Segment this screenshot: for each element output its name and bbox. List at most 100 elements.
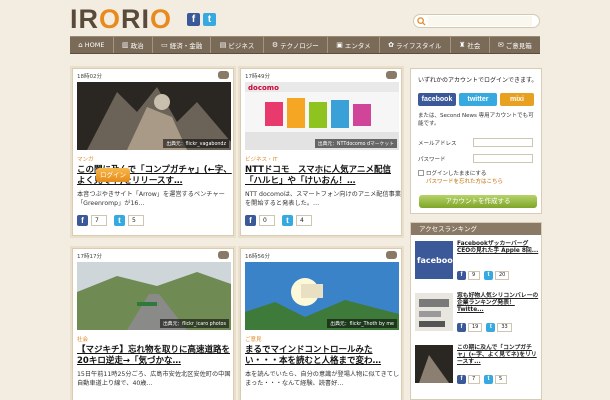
nav-lifestyle[interactable]: ✿ ライフスタイル xyxy=(380,37,451,53)
nav-economy[interactable]: ▭ 経済・金融 xyxy=(153,37,212,53)
page: IRORIO f t ⌂ HOME ▥ 政治 ▭ 経済・金融 ▤ ビジネス ⚙ テクノロジ… xyxy=(0,0,610,400)
thumbnail-image xyxy=(415,293,453,331)
article-card: 16時56分 出典元：flickr_Thoth by me ご意見 まるでマイン… xyxy=(240,248,402,400)
twitter-share-icon[interactable]: t xyxy=(484,375,493,384)
svg-text:docomo: docomo xyxy=(248,84,279,92)
nav-technology[interactable]: ⚙ テクノロジー xyxy=(264,37,328,53)
search-icon[interactable] xyxy=(417,17,426,26)
share-bar: f7t5 xyxy=(457,375,509,384)
share-bar: f 19 t 33 xyxy=(457,323,514,332)
image-credit: 出典元：flickr_Thoth by me xyxy=(327,319,397,328)
article-time: 18時02分 xyxy=(77,74,102,80)
home-icon: ⌂ xyxy=(78,41,83,49)
money-icon: ▭ xyxy=(161,41,168,49)
twitter-count: 33 xyxy=(497,323,512,332)
ranking-title-link[interactable]: この期に及んで「コンプガチャ」(←字、よく見てネ)をリリースす... xyxy=(457,345,539,366)
article-card: 17時49分 docomo 出典元：NTTdocomo dマーケット ビジネス・… xyxy=(240,68,402,236)
facebook-login-button[interactable]: facebook xyxy=(418,93,456,106)
facebook-count: 19 xyxy=(468,323,483,332)
facebook-share-icon[interactable]: f xyxy=(457,271,466,280)
article-time: 16時56分 xyxy=(245,254,270,260)
nav-home[interactable]: ⌂ HOME xyxy=(70,37,114,53)
film-icon: ▣ xyxy=(336,41,343,49)
article-title[interactable]: まるでマインドコントロールみたい・・・本を読むと人格まで変わ… xyxy=(245,345,401,367)
image-credit: 出典元：NTTdocomo dマーケット xyxy=(314,139,397,148)
facebook-share-icon[interactable]: f xyxy=(457,375,466,384)
document-icon: ▤ xyxy=(219,41,227,49)
gear-icon: ⚙ xyxy=(271,41,279,49)
comment-icon[interactable] xyxy=(386,71,397,79)
nav-politics[interactable]: ▥ 政治 xyxy=(114,37,153,53)
article-thumbnail[interactable]: 出典元：flickr_icarо photos xyxy=(77,262,231,330)
ranking-title-link[interactable]: 窓も好物人気シリコンバレーの企業ランキング発表！ Twitte... xyxy=(457,293,539,314)
twitter-share-icon[interactable]: t xyxy=(486,323,496,332)
nav-business[interactable]: ▤ ビジネス xyxy=(211,37,264,53)
ranking-title-link[interactable]: Facebookザッカーバーグ CEOの見れた手 Apple 8回... xyxy=(457,241,539,255)
article-category[interactable]: ビジネス・IT xyxy=(245,155,277,163)
nav-label: HOME xyxy=(84,41,105,49)
forgot-password-link[interactable]: パスワードを忘れた方はこちら xyxy=(426,177,503,185)
mixi-login-button[interactable]: mixi xyxy=(500,93,534,106)
twitter-login-button[interactable]: twitter xyxy=(459,93,497,106)
article-card: 18時02分 出典元：flickr_vagabondz マンガ この闇に及んで「… xyxy=(72,68,234,236)
ranking-thumbnail[interactable] xyxy=(415,345,453,383)
article-title[interactable]: 【マジキチ】忘れ物を取りに高速道路を20キロ逆走→「気づかな… xyxy=(77,345,233,367)
article-category[interactable]: マンガ xyxy=(77,155,94,163)
twitter-icon[interactable]: t xyxy=(203,13,216,26)
comment-icon[interactable] xyxy=(218,251,229,259)
password-field[interactable] xyxy=(473,154,533,163)
comment-icon[interactable] xyxy=(386,251,397,259)
password-label: パスワード xyxy=(418,157,446,163)
article-excerpt: 15日午前11時25分ごろ、広島市安佐北区安佐町の中国自動車道上り線で、40歳… xyxy=(77,371,231,387)
twitter-count: 5 xyxy=(495,375,507,384)
email-field[interactable] xyxy=(473,138,533,147)
comment-icon[interactable] xyxy=(218,71,229,79)
article-title[interactable]: NTTドコモ スマホに人気アニメ配信「ハルヒ」や「けいおん！… xyxy=(245,165,401,187)
twitter-share-icon[interactable]: t xyxy=(282,215,293,226)
image-credit: 出典元：flickr_vagabondz xyxy=(163,139,229,148)
article-thumbnail[interactable]: 出典元：flickr_vagabondz xyxy=(77,82,231,150)
share-bar: f7 t5 xyxy=(77,215,148,226)
login-button[interactable]: ログイン xyxy=(96,168,130,182)
facebook-share-icon[interactable]: f xyxy=(77,215,88,226)
site-logo[interactable]: IRORIO xyxy=(70,4,172,35)
search-box xyxy=(413,14,540,28)
facebook-count: 7 xyxy=(468,375,480,384)
image-credit: 出典元：flickr_icarо photos xyxy=(159,319,229,328)
facebook-share-icon[interactable]: f xyxy=(457,323,466,332)
ranking-title: アクセスランキング xyxy=(419,225,477,233)
share-bar: f0 t4 xyxy=(245,215,316,226)
society-icon: ♜ xyxy=(459,41,466,49)
ranking-item: この期に及んで「コンプガチャ」(←字、よく見てネ)をリリースす... f7t5 xyxy=(415,345,539,395)
nav-label: ライフスタイル xyxy=(396,42,442,50)
nav-society[interactable]: ♜ 社会 xyxy=(451,37,490,53)
nav-feedback[interactable]: ✉ ご意見箱 xyxy=(490,37,540,53)
article-category[interactable]: ご意見 xyxy=(245,335,262,343)
remember-checkbox[interactable] xyxy=(418,170,424,176)
twitter-count: 4 xyxy=(296,215,312,226)
share-bar: f 9 t 20 xyxy=(457,271,511,280)
twitter-share-icon[interactable]: t xyxy=(484,271,493,280)
ranking-panel: アクセスランキング facebook Facebookザッカーバーグ CEOの見… xyxy=(410,222,542,400)
facebook-icon[interactable]: f xyxy=(187,13,200,26)
government-icon: ▥ xyxy=(121,41,129,49)
article-time: 17時17分 xyxy=(77,254,102,260)
article-card: 17時17分 出典元：flickr_icarо photos 社会 【マジキチ】… xyxy=(72,248,234,400)
speech-icon: ✉ xyxy=(497,41,504,49)
search-input[interactable] xyxy=(428,16,532,26)
article-excerpt: 本を読んでいたら、自分の意識が登場人物に似てきてしまった・・・なんて経験、読書好… xyxy=(245,371,400,387)
nav-entertainment[interactable]: ▣ エンタメ xyxy=(328,37,380,53)
article-thumbnail[interactable]: 出典元：flickr_Thoth by me xyxy=(245,262,399,330)
main-nav: ⌂ HOME ▥ 政治 ▭ 経済・金融 ▤ ビジネス ⚙ テクノロジー ▣ エンタメ ✿ ライ… xyxy=(70,36,540,54)
create-account-button[interactable]: アカウントを作成する xyxy=(419,195,537,208)
svg-text:facebook: facebook xyxy=(417,256,453,265)
remember-label: ログインしたままにする xyxy=(426,171,487,177)
ranking-item: 窓も好物人気シリコンバレーの企業ランキング発表！ Twitte... f 19 t 3… xyxy=(415,293,539,343)
ranking-thumbnail[interactable] xyxy=(415,293,453,331)
article-thumbnail[interactable]: docomo 出典元：NTTdocomo dマーケット xyxy=(245,82,399,150)
nav-label: ビジネス xyxy=(228,42,255,50)
facebook-share-icon[interactable]: f xyxy=(245,215,256,226)
twitter-share-icon[interactable]: t xyxy=(114,215,125,226)
ranking-thumbnail[interactable]: facebook xyxy=(415,241,453,279)
article-category[interactable]: 社会 xyxy=(77,335,88,343)
